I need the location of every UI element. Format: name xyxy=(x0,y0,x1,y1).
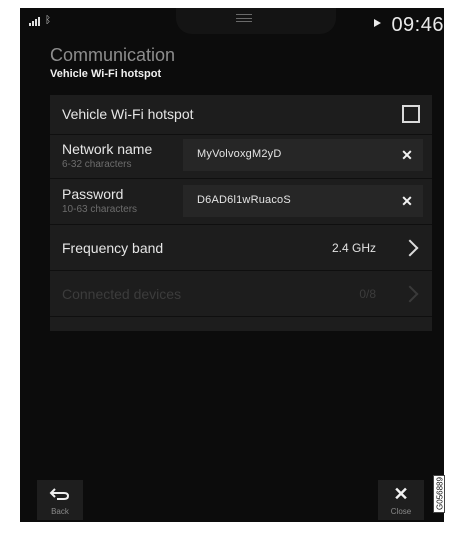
close-icon: ✕ xyxy=(393,484,409,504)
password-label: Password xyxy=(62,186,124,202)
top-pull-down-handle[interactable] xyxy=(176,8,336,34)
network-name-row: Network name 6-32 characters MyVolvoxgM2… xyxy=(50,135,432,179)
network-name-hint: 6-32 characters xyxy=(62,159,132,170)
hotspot-row[interactable]: Vehicle Wi-Fi hotspot xyxy=(50,95,432,135)
play-icon xyxy=(374,18,382,27)
back-button[interactable]: Back xyxy=(37,480,83,520)
password-field[interactable]: D6AD6l1wRuacoS ✕ xyxy=(183,185,423,217)
image-code-text: G056889 xyxy=(435,477,445,510)
network-name-value: MyVolvoxgM2yD xyxy=(197,148,282,160)
back-arrow-icon xyxy=(49,488,70,500)
chevron-right-icon xyxy=(401,239,419,257)
status-left: ᛒ xyxy=(29,16,51,26)
password-hint: 10-63 characters xyxy=(62,204,138,215)
chevron-right-icon xyxy=(401,285,419,303)
clear-password-icon[interactable]: ✕ xyxy=(397,191,417,211)
hotspot-label: Vehicle Wi-Fi hotspot xyxy=(62,106,194,122)
bluetooth-icon: ᛒ xyxy=(45,15,51,26)
hotspot-checkbox[interactable] xyxy=(402,105,420,123)
network-name-label: Network name xyxy=(62,141,153,157)
image-code-tag: G056889 xyxy=(433,475,445,513)
page-subtitle: Vehicle Wi-Fi hotspot xyxy=(50,68,162,80)
grip-icon xyxy=(236,14,252,22)
infotainment-screen: ᛒ 09:46 Communication Vehicle Wi-Fi hots… xyxy=(20,8,444,522)
clear-network-name-icon[interactable]: ✕ xyxy=(397,145,417,165)
connected-devices-row: Connected devices 0/8 xyxy=(50,271,432,317)
network-name-field[interactable]: MyVolvoxgM2yD ✕ xyxy=(183,139,423,171)
password-row: Password 10-63 characters D6AD6l1wRuacoS… xyxy=(50,179,432,225)
connected-devices-value: 0/8 xyxy=(359,287,376,301)
close-label: Close xyxy=(390,507,412,516)
clock: 09:46 xyxy=(391,14,444,36)
frequency-band-value: 2.4 GHz xyxy=(331,241,376,255)
status-right: 09:46 xyxy=(374,14,444,37)
page-title: Communication xyxy=(50,45,176,65)
password-value: D6AD6l1wRuacoS xyxy=(197,194,291,206)
close-button[interactable]: ✕ Close xyxy=(378,480,424,520)
frequency-band-label: Frequency band xyxy=(62,240,164,256)
connected-devices-label: Connected devices xyxy=(62,286,182,302)
frequency-band-row[interactable]: Frequency band 2.4 GHz xyxy=(50,225,432,271)
settings-panel: Vehicle Wi-Fi hotspot Network name 6-32 … xyxy=(50,95,432,331)
signal-bars-icon xyxy=(29,17,40,26)
back-label: Back xyxy=(51,507,69,516)
